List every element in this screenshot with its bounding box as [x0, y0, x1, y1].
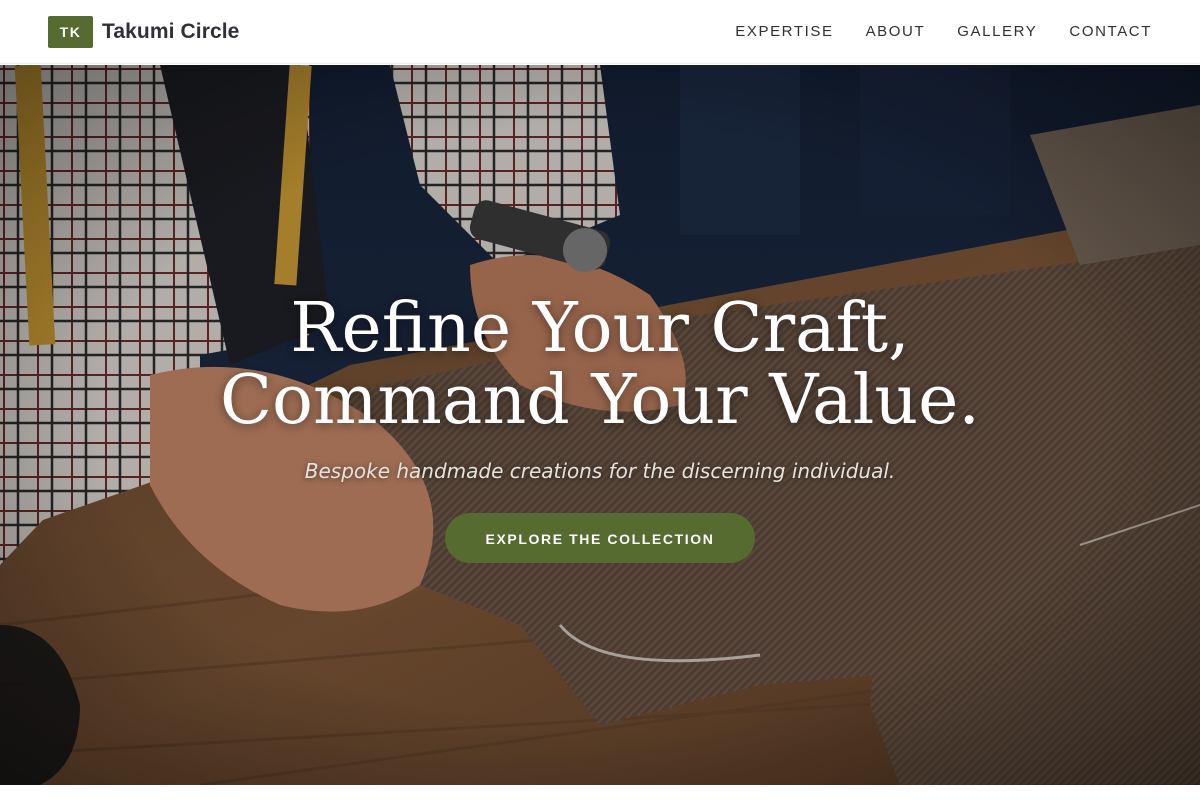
nav-gallery[interactable]: GALLERY: [957, 23, 1037, 40]
logo-mark: TK: [48, 15, 93, 48]
brand[interactable]: TK Takumi Circle: [48, 15, 240, 48]
page-bottom-strip: [0, 785, 1200, 800]
hero-content: Refine Your Craft, Command Your Value. B…: [0, 293, 1200, 563]
site-header: TK Takumi Circle EXPERTISE ABOUT GALLERY…: [0, 0, 1200, 64]
main-nav: EXPERTISE ABOUT GALLERY CONTACT: [735, 23, 1152, 40]
explore-collection-button[interactable]: EXPLORE THE COLLECTION: [445, 513, 755, 563]
hero-headline-line-2: Command Your Value.: [219, 361, 981, 440]
nav-about[interactable]: ABOUT: [866, 23, 926, 40]
nav-expertise[interactable]: EXPERTISE: [735, 23, 833, 40]
hero-headline: Refine Your Craft, Command Your Value.: [0, 293, 1200, 437]
hero-section: Refine Your Craft, Command Your Value. B…: [0, 65, 1200, 785]
brand-name: Takumi Circle: [102, 19, 240, 43]
hero-headline-line-1: Refine Your Craft,: [290, 289, 910, 368]
nav-contact[interactable]: CONTACT: [1069, 23, 1152, 40]
hero-subtitle: Bespoke handmade creations for the disce…: [304, 459, 896, 483]
